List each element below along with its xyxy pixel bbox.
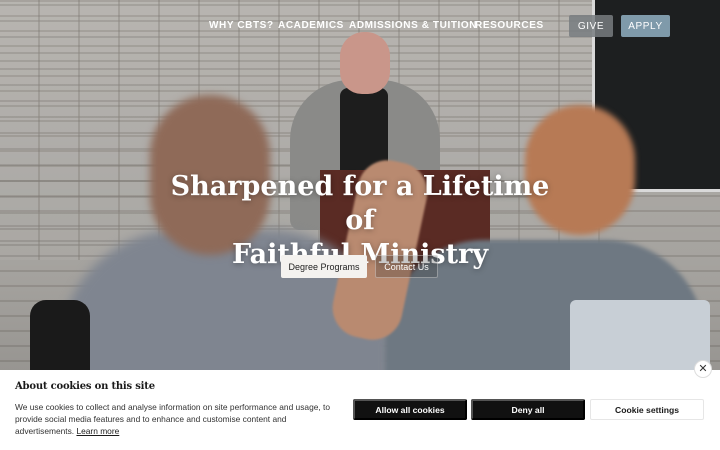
cookie-banner-title: About cookies on this site	[15, 381, 155, 392]
nav-link-why-cbts[interactable]: WHY CBTS?	[209, 20, 274, 31]
apply-button[interactable]: APPLY	[621, 15, 670, 37]
cookie-banner: About cookies on this site We use cookie…	[0, 370, 720, 450]
nav-link-admissions-tuition[interactable]: ADMISSIONS & TUITION	[349, 20, 477, 31]
deny-all-button[interactable]: Deny all	[471, 399, 585, 420]
give-button[interactable]: GIVE	[569, 15, 613, 37]
hero-headline-line-1: Sharpened for a Lifetime of	[170, 171, 550, 236]
cookie-settings-button[interactable]: Cookie settings	[590, 399, 704, 420]
contact-us-button[interactable]: Contact Us	[375, 255, 438, 278]
allow-all-cookies-button[interactable]: Allow all cookies	[353, 399, 467, 420]
nav-link-resources[interactable]: RESOURCES	[475, 20, 544, 31]
speaker-head	[340, 32, 390, 94]
learn-more-link[interactable]: Learn more	[76, 426, 119, 436]
degree-programs-button[interactable]: Degree Programs	[281, 255, 367, 278]
close-icon[interactable]: ✕	[694, 360, 712, 378]
main-navigation: WHY CBTS? ACADEMICS ADMISSIONS & TUITION…	[0, 15, 720, 39]
cookie-banner-text: We use cookies to collect and analyse in…	[15, 401, 335, 437]
nav-link-academics[interactable]: ACADEMICS	[278, 20, 344, 31]
laptop	[570, 300, 710, 380]
cookie-banner-body: We use cookies to collect and analyse in…	[15, 402, 331, 436]
